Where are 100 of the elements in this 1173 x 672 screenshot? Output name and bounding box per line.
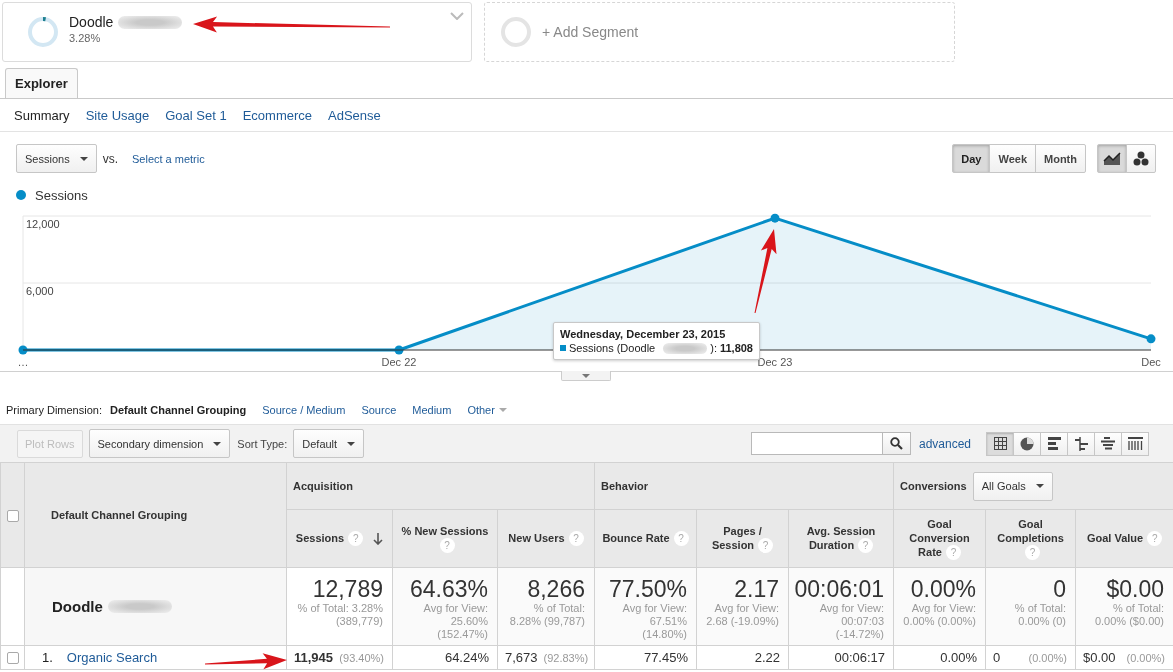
segment-name: Doodle — [69, 14, 114, 30]
tooltip-title: Wednesday, December 23, 2015 — [560, 328, 727, 340]
add-segment-button[interactable]: + Add Segment — [484, 2, 955, 62]
series-swatch-icon — [560, 345, 566, 351]
caret-down-icon — [498, 408, 507, 412]
segment-percent: 3.28% — [69, 32, 102, 44]
column-header[interactable]: Goal Value ? — [1075, 509, 1173, 568]
column-header[interactable]: Goal Conversion Rate ? — [893, 509, 986, 568]
period-button[interactable]: Week — [989, 144, 1036, 173]
total-note: Avg for View: 00:07:03 (-14.72%) — [818, 602, 885, 641]
tab[interactable]: Explorer — [5, 68, 78, 98]
view-button[interactable] — [1067, 431, 1095, 456]
metric-dropdown[interactable]: Sessions — [16, 144, 97, 173]
total-value: $0.00 — [1105, 576, 1165, 602]
bar-chart-icon — [1047, 437, 1061, 450]
report-tab[interactable]: Summary — [14, 107, 70, 123]
cell-value: 00:06:17 — [834, 650, 886, 665]
goals-dropdown[interactable]: All Goals — [972, 471, 1053, 501]
advanced-link[interactable]: advanced — [918, 436, 971, 451]
period-button[interactable]: Day — [952, 144, 991, 173]
total-value: 8,266 — [526, 576, 585, 602]
text-lines-icon — [1101, 437, 1115, 450]
column-header[interactable]: New Users ? — [497, 509, 595, 568]
total-note: Avg for View: 0.00% (0.00%) — [902, 602, 977, 628]
view-button[interactable] — [1094, 431, 1122, 456]
segment-name: Doodle — [52, 598, 103, 615]
view-button[interactable] — [986, 431, 1014, 456]
segment-card[interactable]: Doodle 3.28% — [2, 2, 472, 62]
dimension-menu[interactable]: Other — [467, 404, 507, 416]
total-value: 77.50% — [608, 576, 687, 602]
chart-collapse-handle[interactable] — [561, 371, 611, 381]
caret-down-icon — [1035, 484, 1044, 488]
caret-down-icon — [213, 441, 222, 446]
cell-value: 7,673 — [505, 650, 538, 665]
ring-chart-icon — [500, 16, 532, 48]
chart-type-button[interactable] — [1126, 144, 1156, 173]
total-note: % of Total: 3.28% (389,779) — [296, 602, 383, 628]
dimension-option[interactable]: Default Channel Grouping — [109, 404, 247, 416]
total-value: 64.63% — [409, 576, 488, 602]
primary-dimension-label: Primary Dimension: — [6, 404, 102, 416]
search-button[interactable] — [882, 432, 911, 455]
column-group-header: Behavior — [601, 480, 649, 492]
column-header[interactable]: Avg. Session Duration ? — [788, 509, 894, 568]
tooltip-label-end: ): — [710, 342, 717, 354]
cell-value: $0.00 — [1083, 650, 1116, 665]
cell-share: (93.40%) — [339, 652, 384, 664]
report-tab[interactable]: Ecommerce — [242, 107, 312, 123]
cell-value: 11,945 — [294, 650, 334, 665]
dimension-option[interactable]: Source — [361, 404, 397, 416]
period-button[interactable]: Month — [1035, 144, 1086, 173]
search-icon — [889, 437, 903, 450]
cell-value: 77.45% — [643, 650, 688, 665]
line-chart-icon — [1103, 151, 1121, 166]
axis-label: Dec 23 — [757, 356, 793, 368]
column-group-header: Conversions — [900, 480, 967, 492]
checkbox[interactable] — [6, 509, 19, 522]
column-header[interactable]: % New Sessions ? — [392, 509, 498, 568]
report-tab[interactable]: AdSense — [328, 107, 381, 123]
search-field[interactable] — [750, 432, 883, 455]
secondary-dimension-dropdown[interactable]: Secondary dimension — [88, 429, 231, 458]
columns-icon — [1127, 437, 1143, 450]
report-tab[interactable]: Site Usage — [85, 107, 150, 123]
column-header[interactable]: Goal Completions ? — [985, 509, 1076, 568]
select-metric-link[interactable]: Select a metric — [132, 153, 205, 165]
legend-label: Sessions — [35, 188, 88, 203]
dimension-option[interactable]: Source / Medium — [262, 404, 346, 416]
total-note: % of Total: 8.28% (99,787) — [508, 602, 585, 628]
total-note: % of Total: 0.00% (0) — [1013, 602, 1067, 628]
total-value: 2.17 — [733, 576, 779, 602]
column-header[interactable]: Pages / Session ? — [696, 509, 789, 568]
chart-type-button[interactable] — [1097, 144, 1127, 173]
grid-icon — [993, 437, 1007, 450]
axis-label: … — [17, 356, 29, 368]
dimension-option[interactable]: Medium — [412, 404, 452, 416]
tooltip-value: 11,808 — [719, 342, 753, 354]
column-group-header: Acquisition — [293, 480, 353, 492]
cell-share: (0.00%) — [1126, 652, 1166, 664]
report-tab[interactable]: Goal Set 1 — [165, 107, 227, 123]
ring-chart-icon — [27, 16, 59, 48]
row-link[interactable]: Organic Search — [66, 650, 158, 665]
blurred-text — [107, 600, 172, 613]
column-header[interactable]: Sessions ? — [286, 509, 393, 568]
tooltip-series-label: Sessions (Doodle — [569, 342, 656, 354]
view-button[interactable] — [1121, 431, 1149, 456]
sort-type-label: Sort Type: — [237, 437, 288, 450]
row-index: 1. — [42, 650, 53, 665]
checkbox[interactable] — [6, 652, 19, 665]
view-button[interactable] — [1013, 431, 1041, 456]
sort-type-dropdown[interactable]: Default — [293, 429, 365, 458]
cell-share: (0.00%) — [1028, 652, 1068, 664]
cell-value: 64.24% — [444, 650, 489, 665]
view-button[interactable] — [1040, 431, 1068, 456]
total-value: 12,789 — [311, 576, 383, 602]
cell-value: 0.00% — [940, 650, 978, 665]
sort-arrow-icon[interactable] — [373, 532, 384, 545]
blurred-text — [663, 342, 708, 354]
cell-value: 0 — [993, 650, 1001, 665]
total-value: 0.00% — [909, 576, 977, 602]
axis-label: 12,000 — [26, 218, 60, 230]
column-header[interactable]: Bounce Rate ? — [594, 509, 697, 568]
